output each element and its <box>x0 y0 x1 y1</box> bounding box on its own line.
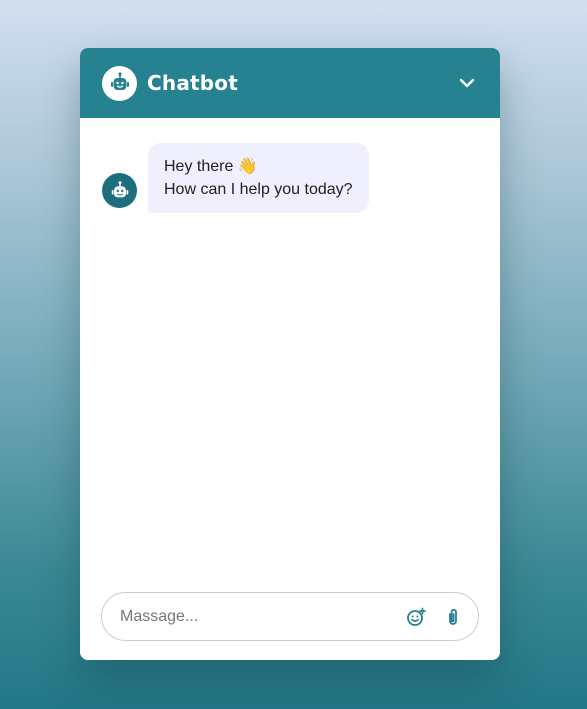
paperclip-icon <box>449 608 457 625</box>
chat-body[interactable]: Hey there 👋 How can I help you today? <box>80 118 500 660</box>
robot-icon <box>102 65 137 101</box>
chat-title: Chatbot <box>147 71 238 95</box>
chat-window: Chatbot Hey there 👋 How can I help you t… <box>80 48 500 660</box>
chevron-down-icon <box>459 78 475 88</box>
message-composer <box>101 592 479 641</box>
robot-icon <box>102 173 137 208</box>
attach-button[interactable] <box>442 606 464 628</box>
message-text-line: How can I help you today? <box>164 181 353 198</box>
message-bubble: Hey there 👋 How can I help you today? <box>148 143 369 213</box>
bot-message: Hey there 👋 How can I help you today? <box>102 143 369 213</box>
message-input[interactable] <box>120 607 390 626</box>
chat-header: Chatbot <box>80 48 500 118</box>
message-text-line: Hey there 👋 <box>164 158 258 175</box>
emoji-button[interactable] <box>405 606 427 628</box>
collapse-button[interactable] <box>456 72 478 94</box>
emoji-icon <box>407 607 426 626</box>
